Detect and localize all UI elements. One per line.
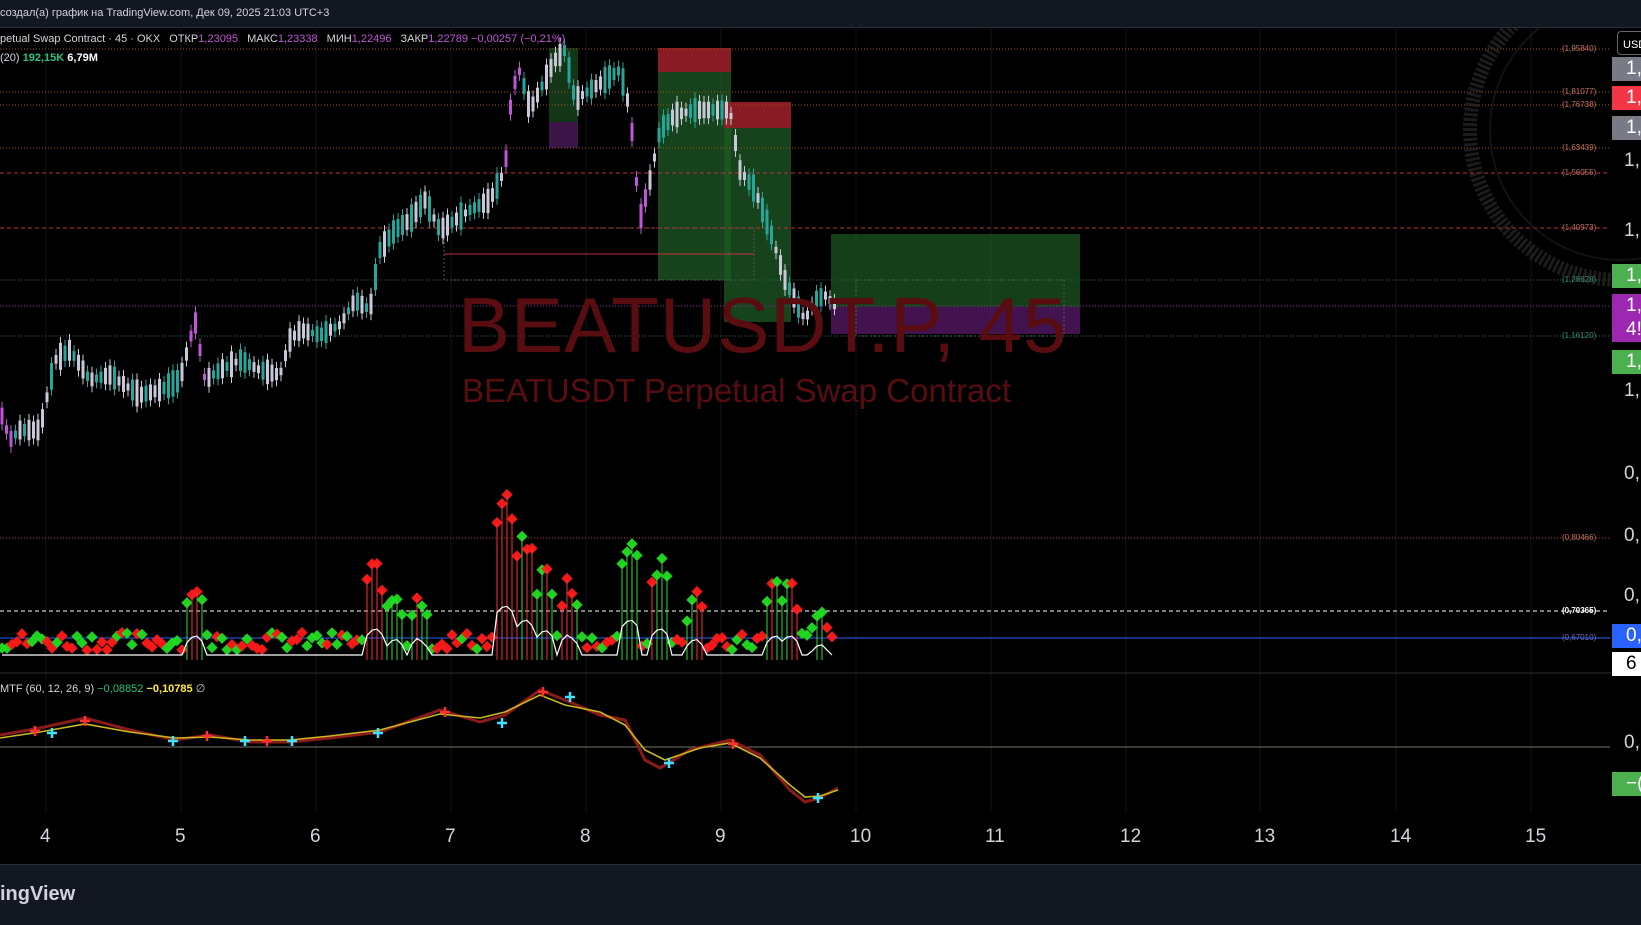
macd-label[interactable]: MTF (60, 12, 26, 9) bbox=[0, 683, 94, 695]
level-label: (0,70365) bbox=[1562, 606, 1597, 615]
volume-value-1: 192,15K bbox=[22, 52, 65, 64]
time-axis-label: 15 bbox=[1525, 826, 1547, 847]
price-axis-label: −( bbox=[1612, 772, 1641, 796]
price-axis-label: 1, bbox=[1612, 116, 1641, 140]
price-axis-label: 1, bbox=[1612, 57, 1641, 81]
level-label: (0,80466) bbox=[1562, 533, 1597, 542]
level-label: (1,28628) bbox=[1562, 275, 1597, 284]
time-axis-label: 14 bbox=[1390, 826, 1412, 847]
legend-low-value: 1,22496 bbox=[351, 33, 392, 45]
level-label: (1,16120) bbox=[1562, 331, 1597, 340]
signal-line bbox=[0, 694, 839, 798]
level-label: (1,56055) bbox=[1562, 168, 1597, 177]
level-label: (1,95840) bbox=[1562, 44, 1597, 53]
time-axis-label: 8 bbox=[580, 826, 591, 847]
macd-value-1: −0,08852 bbox=[97, 683, 144, 695]
volume-dots-series bbox=[0, 489, 838, 660]
zone-red-2 bbox=[724, 102, 791, 128]
time-axis-label: 9 bbox=[715, 826, 726, 847]
legend-main: petual Swap Contract · 45 · OKX ОТКР1,23… bbox=[0, 33, 565, 45]
macd-value-2: −0,10785 bbox=[146, 683, 193, 695]
price-axis-label: 4! bbox=[1612, 318, 1641, 342]
level-label: (1,63439) bbox=[1562, 143, 1597, 152]
watermark-description: BEATUSDT Perpetual Swap Contract bbox=[462, 372, 1012, 409]
level-label: (1,81077) bbox=[1562, 87, 1597, 96]
volume-value-2: 6,79M bbox=[67, 52, 98, 64]
time-axis-label: 5 bbox=[175, 826, 186, 847]
legend-volume: (20) 192,15K 6,79M bbox=[0, 52, 98, 64]
footer: ingView bbox=[0, 864, 1641, 925]
price-axis-label: 1, bbox=[1612, 86, 1641, 110]
time-axis-label: 4 bbox=[40, 826, 51, 847]
legend-high-value: 1,23338 bbox=[277, 33, 318, 45]
price-axis-label: 6 bbox=[1612, 652, 1641, 676]
price-axis-label: 1, bbox=[1624, 220, 1640, 241]
chart-title: создал(а) график на TradingView.com, Дек… bbox=[0, 7, 330, 19]
legend-high-label: МАКС bbox=[247, 33, 278, 45]
zone-purple-small bbox=[549, 122, 578, 148]
legend-open-label: ОТКР bbox=[169, 33, 199, 45]
level-label: (0,67010) bbox=[1562, 633, 1597, 642]
tradingview-brand[interactable]: ingView bbox=[0, 883, 75, 906]
time-axis-label: 13 bbox=[1254, 826, 1276, 847]
level-label: (1,40973) bbox=[1562, 223, 1597, 232]
time-axis-label: 11 bbox=[985, 826, 1005, 847]
top-bar: создал(а) график на TradingView.com, Дек… bbox=[0, 0, 1641, 28]
legend-change-value: −0,00257 (−0,21%) bbox=[471, 33, 566, 45]
price-axis-label: 0, bbox=[1624, 585, 1640, 606]
price-axis-label: 0, bbox=[1624, 463, 1640, 484]
price-axis-label: 1, bbox=[1624, 380, 1640, 401]
watermark-symbol: BEATUSDT.P, 45 bbox=[458, 281, 1068, 369]
chart-canvas[interactable] bbox=[0, 27, 1641, 864]
legend-symbol[interactable]: petual Swap Contract · 45 · OKX bbox=[0, 33, 160, 45]
zone-red-1 bbox=[658, 48, 731, 72]
price-axis-label: 1, bbox=[1612, 294, 1641, 318]
macd-value-3: ∅ bbox=[195, 683, 206, 695]
volume-prefix: (20) bbox=[0, 52, 20, 64]
currency-button[interactable]: USD bbox=[1617, 31, 1641, 55]
price-axis-label: 0, bbox=[1624, 525, 1640, 546]
price-axis-label: 1, bbox=[1612, 264, 1641, 288]
time-axis-label: 10 bbox=[850, 826, 872, 847]
price-axis-label: 0, bbox=[1612, 624, 1641, 648]
time-axis-label: 12 bbox=[1120, 826, 1142, 847]
legend-close-label: ЗАКР bbox=[400, 33, 429, 45]
price-axis-label: 1, bbox=[1612, 350, 1641, 374]
legend-close-value: 1,22789 bbox=[428, 33, 469, 45]
legend-open-value: 1,23095 bbox=[198, 33, 239, 45]
time-axis-label: 7 bbox=[445, 826, 456, 847]
time-axis-label: 6 bbox=[310, 826, 321, 847]
price-axis-label: 0, bbox=[1624, 732, 1640, 753]
level-label: (1,76738) bbox=[1562, 100, 1597, 109]
price-axis-label: 1, bbox=[1624, 150, 1640, 171]
legend-low-label: МИН bbox=[326, 33, 352, 45]
legend-macd: MTF (60, 12, 26, 9) −0,08852 −0,10785 ∅ bbox=[0, 682, 205, 695]
